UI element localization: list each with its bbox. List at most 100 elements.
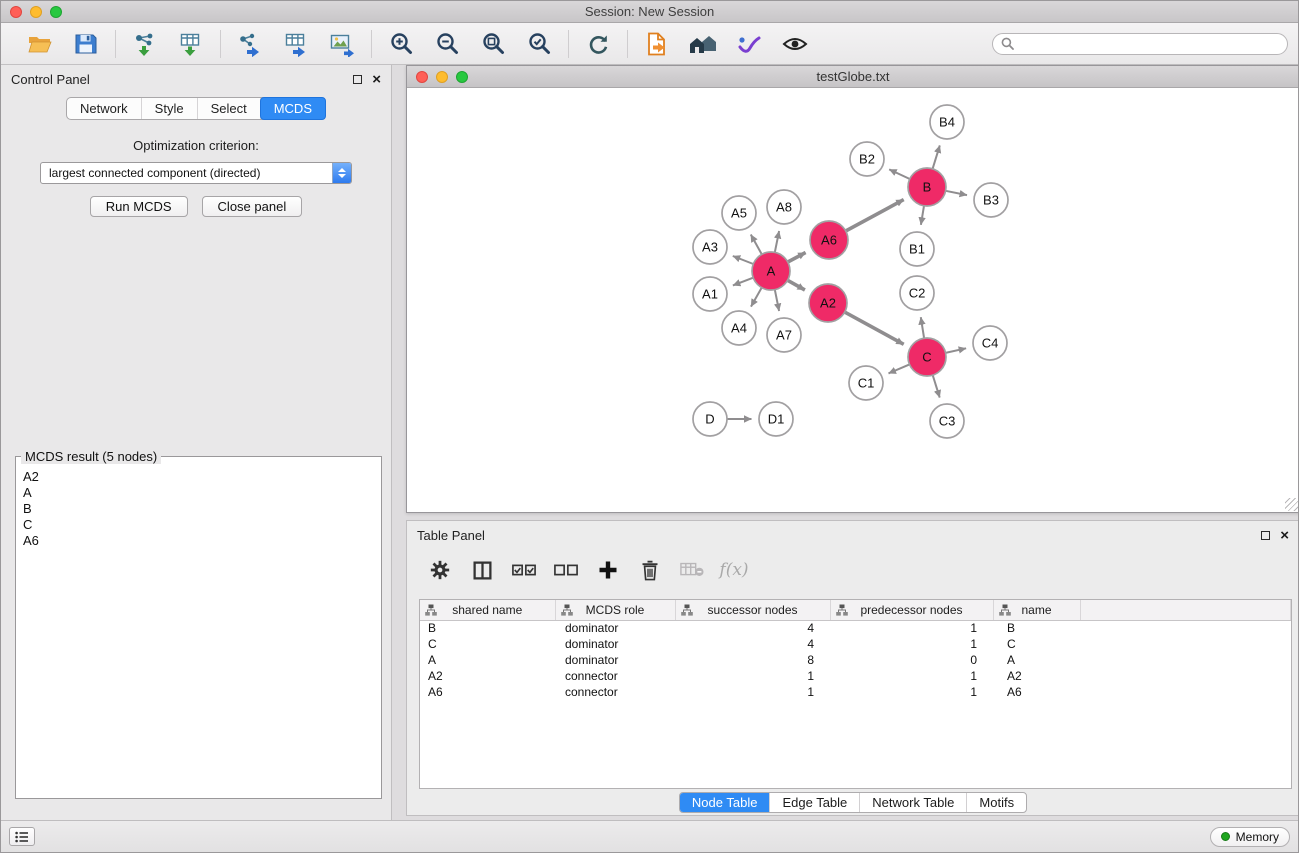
- graph-node-C[interactable]: C: [908, 338, 946, 376]
- column-header-name[interactable]: name: [993, 600, 1080, 620]
- graph-node-A3[interactable]: A3: [693, 230, 727, 264]
- criterion-dropdown[interactable]: largest connected component (directed): [40, 162, 352, 184]
- graph-node-D[interactable]: D: [693, 402, 727, 436]
- table-row[interactable]: A2connector11A2: [420, 668, 1291, 684]
- graph-node-B3[interactable]: B3: [974, 183, 1008, 217]
- network-minimize-icon[interactable]: [436, 71, 448, 83]
- apply-layout-icon[interactable]: [581, 28, 615, 60]
- table-cell[interactable]: dominator: [555, 620, 675, 636]
- network-canvas[interactable]: B4B2BB3A5A8A6B1A3AC2A1A2A4A7C4CC1C3DD1: [407, 88, 1299, 512]
- add-row-icon[interactable]: [595, 557, 621, 583]
- column-header-predecessor-nodes[interactable]: predecessor nodes: [830, 600, 993, 620]
- zoom-in-icon[interactable]: [384, 28, 418, 60]
- graph-node-A1[interactable]: A1: [693, 277, 727, 311]
- table-cell[interactable]: 1: [830, 668, 993, 684]
- table-cell[interactable]: 0: [830, 652, 993, 668]
- export-network-icon[interactable]: [233, 28, 267, 60]
- minimize-window-icon[interactable]: [30, 6, 42, 18]
- graph-edge-C-C2[interactable]: [921, 317, 924, 338]
- tab-mcds[interactable]: MCDS: [260, 97, 326, 120]
- mcds-result-item[interactable]: B: [23, 501, 374, 517]
- graph-node-A6[interactable]: A6: [810, 221, 848, 259]
- export-table-icon[interactable]: [279, 28, 313, 60]
- graph-node-B2[interactable]: B2: [850, 142, 884, 176]
- tab-motifs[interactable]: Motifs: [967, 793, 1026, 812]
- table-row[interactable]: Bdominator41B: [420, 620, 1291, 636]
- tab-edge-table[interactable]: Edge Table: [770, 793, 860, 812]
- table-cell[interactable]: connector: [555, 684, 675, 700]
- table-row[interactable]: A6connector11A6: [420, 684, 1291, 700]
- graph-node-C1[interactable]: C1: [849, 366, 883, 400]
- graph-edge-B-B4[interactable]: [933, 145, 940, 168]
- home-icon[interactable]: [686, 28, 720, 60]
- graph-node-B1[interactable]: B1: [900, 232, 934, 266]
- table-cell[interactable]: 4: [675, 636, 830, 652]
- table-row[interactable]: Cdominator41C: [420, 636, 1291, 652]
- table-cell[interactable]: A: [993, 652, 1080, 668]
- graph-edge-C-C4[interactable]: [946, 348, 967, 353]
- table-cell[interactable]: C: [420, 636, 555, 652]
- table-cell[interactable]: 1: [830, 636, 993, 652]
- graph-node-C3[interactable]: C3: [930, 404, 964, 438]
- graph-edge-A-A5[interactable]: [751, 235, 762, 255]
- graph-node-D1[interactable]: D1: [759, 402, 793, 436]
- graph-edge-B-B2[interactable]: [889, 169, 910, 179]
- graph-node-C2[interactable]: C2: [900, 276, 934, 310]
- network-canvas-area[interactable]: B4B2BB3A5A8A6B1A3AC2A1A2A4A7C4CC1C3DD1: [407, 88, 1299, 512]
- graph-edge-C-C1[interactable]: [889, 364, 910, 373]
- table-cell[interactable]: dominator: [555, 652, 675, 668]
- table-cell[interactable]: A6: [420, 684, 555, 700]
- graph-edge-B-B3[interactable]: [946, 191, 967, 195]
- graph-edge-A-A1[interactable]: [733, 278, 753, 286]
- network-zoom-icon[interactable]: [456, 71, 468, 83]
- import-table-icon[interactable]: [174, 28, 208, 60]
- select-all-rows-icon[interactable]: [511, 557, 537, 583]
- graph-edge-A-A8[interactable]: [775, 231, 779, 252]
- graph-node-C4[interactable]: C4: [973, 326, 1007, 360]
- graph-node-B4[interactable]: B4: [930, 105, 964, 139]
- tab-node-table[interactable]: Node Table: [680, 793, 771, 812]
- table-cell[interactable]: B: [993, 620, 1080, 636]
- close-window-icon[interactable]: [10, 6, 22, 18]
- delete-table-icon[interactable]: [679, 557, 705, 583]
- column-header-shared-name[interactable]: shared name: [420, 600, 555, 620]
- tab-network[interactable]: Network: [67, 98, 142, 119]
- table-cell[interactable]: 1: [675, 684, 830, 700]
- table-cell[interactable]: 1: [675, 668, 830, 684]
- resize-grip[interactable]: [1285, 498, 1298, 511]
- mcds-result-item[interactable]: A: [23, 485, 374, 501]
- graph-node-A2[interactable]: A2: [809, 284, 847, 322]
- table-cell[interactable]: dominator: [555, 636, 675, 652]
- mcds-result-item[interactable]: A2: [23, 469, 374, 485]
- deselect-all-rows-icon[interactable]: [553, 557, 579, 583]
- float-panel-icon[interactable]: [353, 75, 362, 84]
- table-cell[interactable]: B: [420, 620, 555, 636]
- table-cell[interactable]: C: [993, 636, 1080, 652]
- graph-edge-B-B1[interactable]: [921, 206, 924, 225]
- zoom-fit-icon[interactable]: [476, 28, 510, 60]
- table-cell[interactable]: 4: [675, 620, 830, 636]
- search-input[interactable]: [1019, 37, 1279, 51]
- show-hide-icon[interactable]: [778, 28, 812, 60]
- column-header-mcds-role[interactable]: MCDS role: [555, 600, 675, 620]
- table-cell[interactable]: A6: [993, 684, 1080, 700]
- import-network-icon[interactable]: [128, 28, 162, 60]
- save-session-icon[interactable]: [69, 28, 103, 60]
- graph-edge-A-A3[interactable]: [733, 256, 754, 264]
- table-cell[interactable]: A2: [420, 668, 555, 684]
- table-cell[interactable]: 1: [830, 684, 993, 700]
- table-cell[interactable]: connector: [555, 668, 675, 684]
- graph-edge-A-A4[interactable]: [751, 288, 762, 307]
- table-cell[interactable]: 8: [675, 652, 830, 668]
- zoom-out-icon[interactable]: [430, 28, 464, 60]
- table-cell[interactable]: A: [420, 652, 555, 668]
- export-image-icon[interactable]: [325, 28, 359, 60]
- open-file-icon[interactable]: [640, 28, 674, 60]
- close-panel-icon[interactable]: ×: [372, 72, 381, 87]
- graph-edge-A-A2[interactable]: [788, 280, 805, 290]
- mcds-result-item[interactable]: A6: [23, 533, 374, 549]
- table-cell[interactable]: A2: [993, 668, 1080, 684]
- show-columns-icon[interactable]: [469, 557, 495, 583]
- table-settings-icon[interactable]: [427, 557, 453, 583]
- graph-node-A4[interactable]: A4: [722, 311, 756, 345]
